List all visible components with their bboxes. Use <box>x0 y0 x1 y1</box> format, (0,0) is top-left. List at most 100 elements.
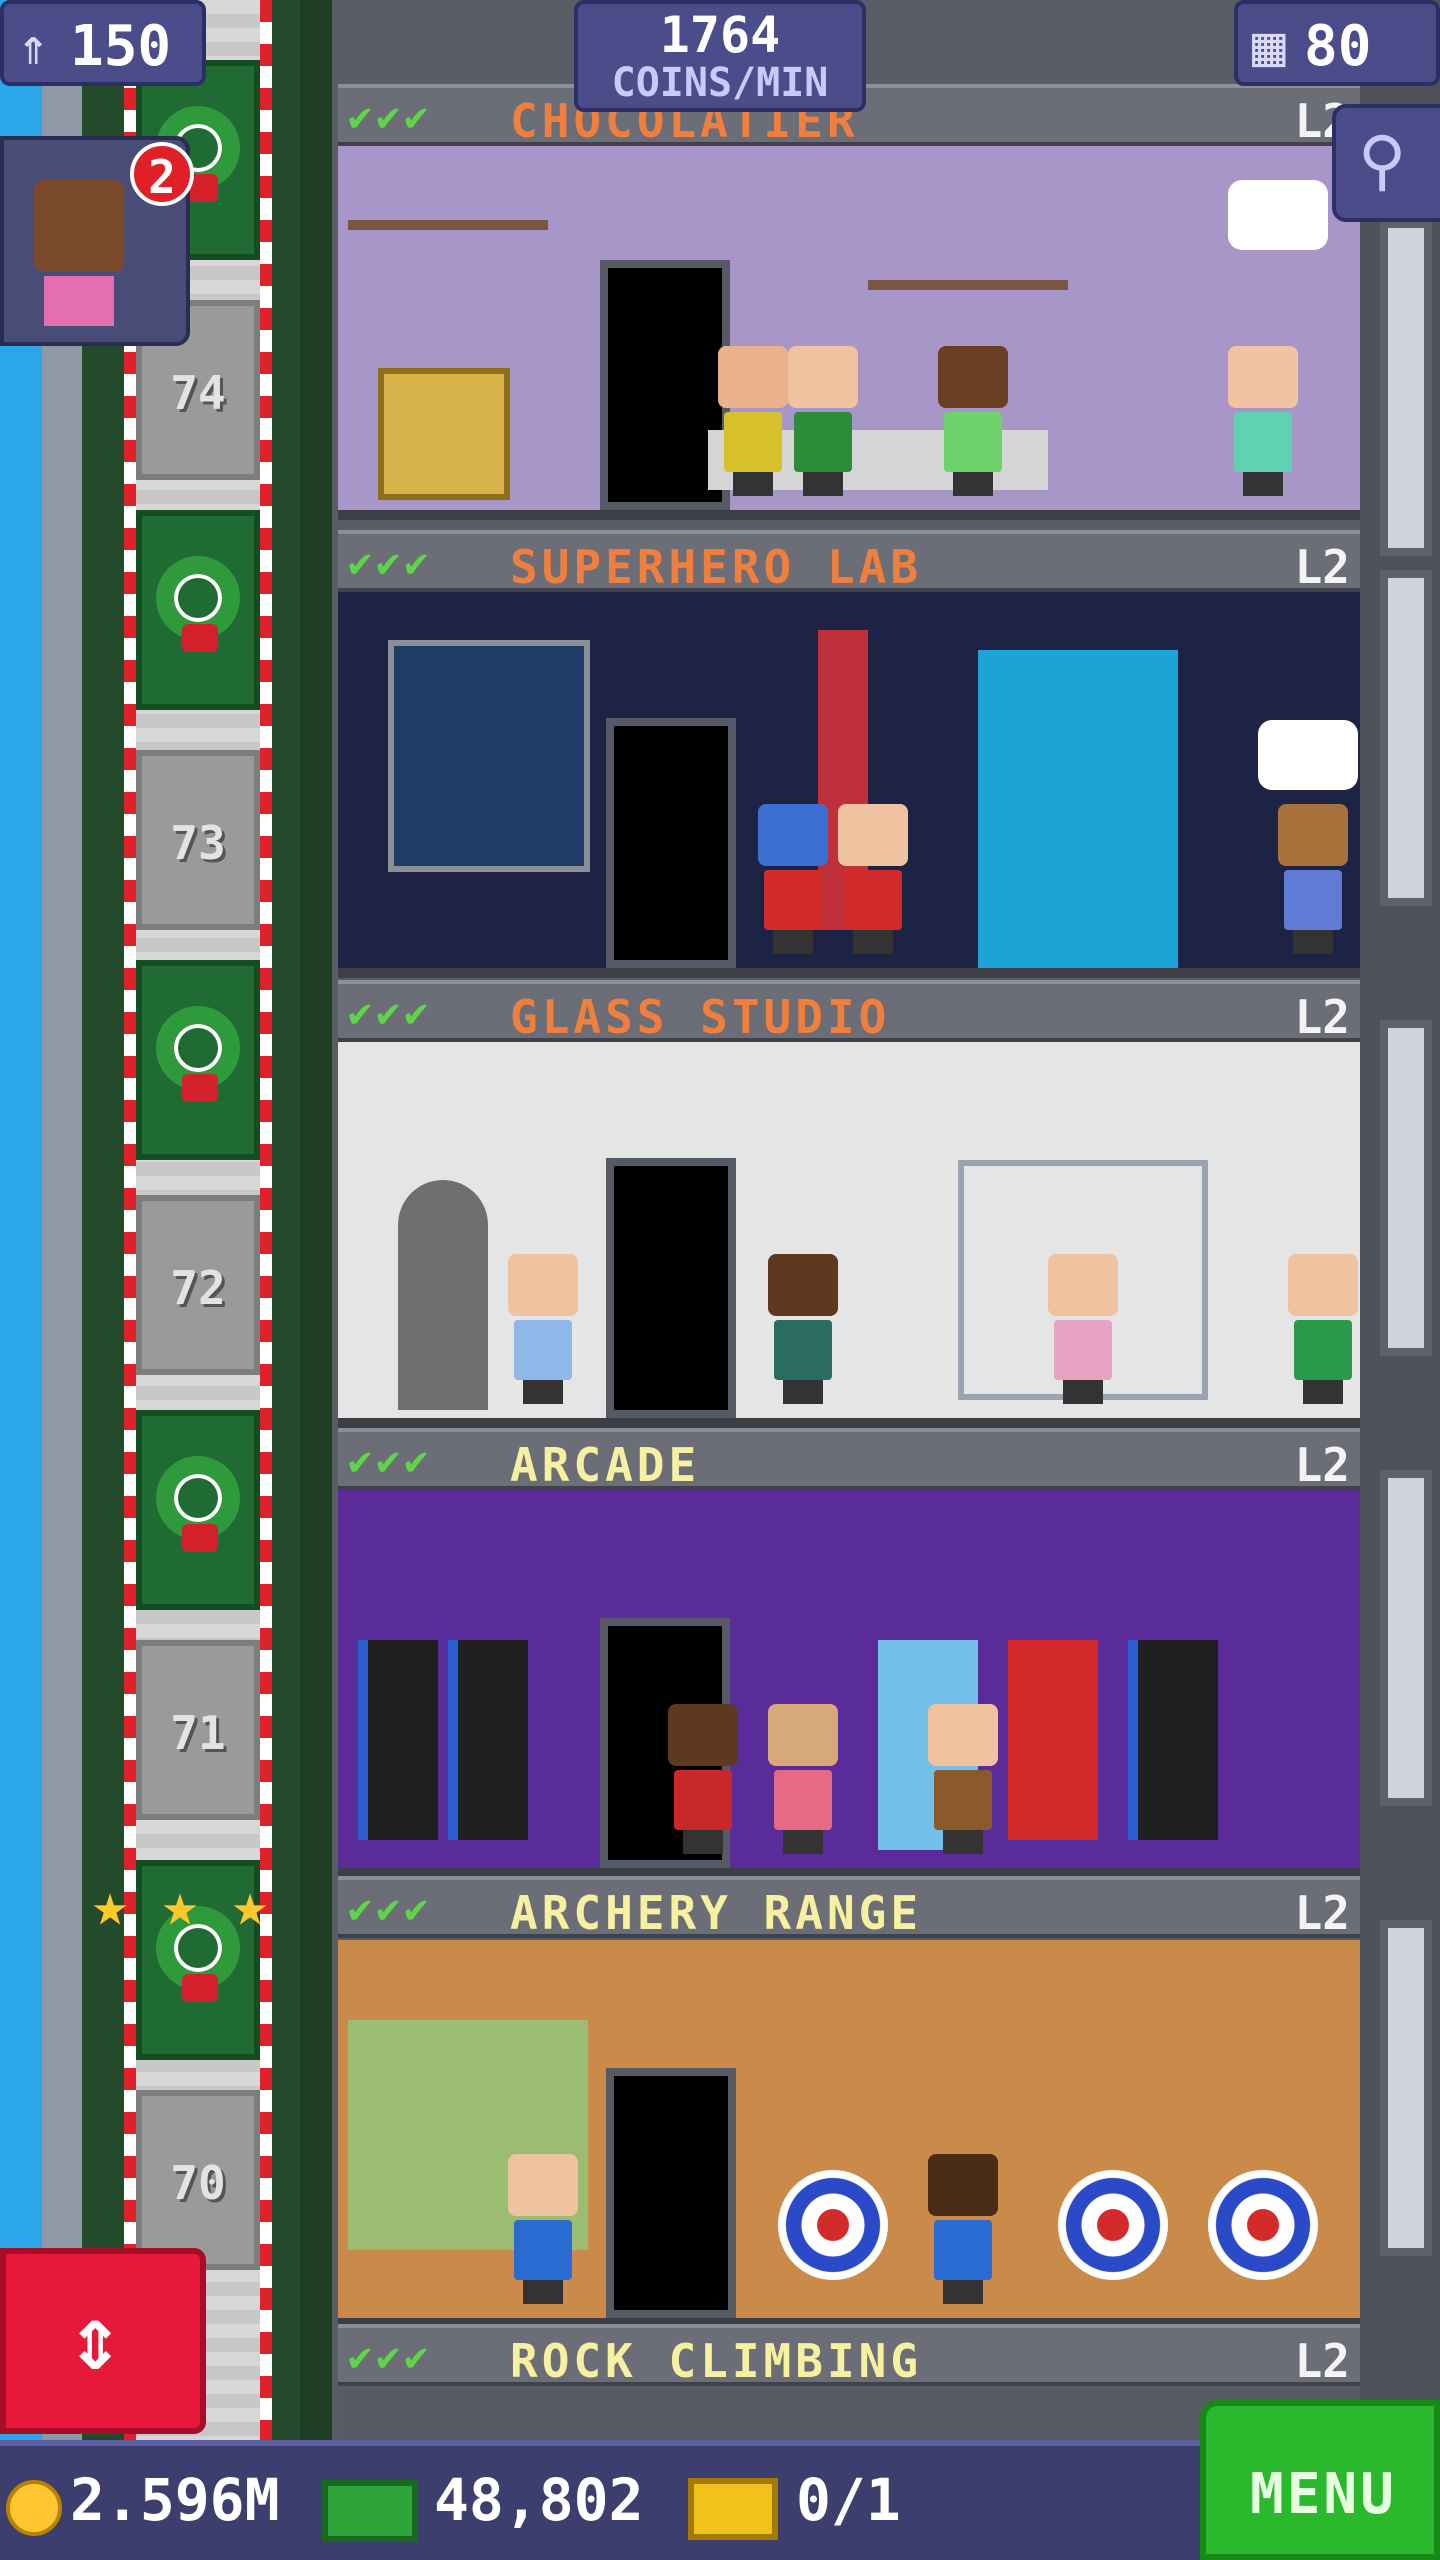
arcade-cabinet <box>1128 1640 1218 1840</box>
arcade-cabinet <box>448 1640 528 1840</box>
room-arcade[interactable] <box>338 1490 1360 1878</box>
floor-level: L2 <box>1294 1886 1350 1940</box>
archery-target <box>778 2170 888 2280</box>
candy-cane-pole-left <box>124 0 136 2440</box>
person[interactable] <box>1228 346 1298 496</box>
sky-building-edge <box>42 0 82 2440</box>
star-icon: ★ <box>232 1870 269 1940</box>
arcade-cabinet <box>1008 1640 1098 1840</box>
person[interactable] <box>1288 1254 1358 1404</box>
coin-icon <box>6 2480 62 2536</box>
golden-ticket-icon <box>688 2478 778 2540</box>
elevator-floor-number: 74 <box>170 366 226 420</box>
floor-name: ROCK CLIMBING <box>510 2334 923 2388</box>
speech-bubble[interactable] <box>1258 720 1358 790</box>
hero-monitor <box>388 640 590 872</box>
person[interactable] <box>508 2154 578 2304</box>
menu-label: MENU <box>1250 2462 1397 2527</box>
floor-counter[interactable]: ▦ 80 <box>1234 0 1440 86</box>
population-value: 150 <box>70 14 172 79</box>
floor-count-value: 80 <box>1304 14 1372 79</box>
floor-level: L2 <box>1294 990 1350 1044</box>
person[interactable] <box>928 1704 998 1854</box>
visitor-count-badge: 2 <box>130 142 194 206</box>
elevator-door <box>606 718 736 968</box>
chocolate-shelf <box>348 220 548 230</box>
floor-level: L2 <box>1294 1438 1350 1492</box>
room-glass-studio[interactable] <box>338 1040 1360 1428</box>
person[interactable] <box>718 346 788 496</box>
elevator-wreath-floor <box>136 960 260 1160</box>
sky-strip <box>0 0 42 2440</box>
room-archery-range[interactable] <box>338 1940 1360 2328</box>
elevator-floor-marker[interactable]: 73 <box>136 750 260 930</box>
floor-level: L2 <box>1294 2334 1350 2388</box>
room-chocolatier[interactable] <box>338 140 1360 520</box>
room-superhero-lab[interactable] <box>338 590 1360 978</box>
check-icons: ✔✔✔ <box>348 1886 433 1932</box>
person[interactable] <box>838 804 908 954</box>
archery-target <box>1058 2170 1168 2280</box>
visitor-notification[interactable]: 2 <box>0 136 194 346</box>
window <box>1380 570 1432 906</box>
zoom-button[interactable]: ⚲ <box>1332 104 1440 222</box>
star-icon: ★ <box>162 1870 199 1940</box>
check-icons: ✔✔✔ <box>348 540 433 586</box>
archery-target <box>1208 2170 1318 2280</box>
floor-banner[interactable]: ✔✔✔ ROCK CLIMBING L2 <box>338 2324 1360 2388</box>
coins-per-min-value: 1764 <box>659 6 781 64</box>
floor-name: ARCHERY RANGE <box>510 1886 923 1940</box>
person-up-icon: ⇑ <box>18 18 49 76</box>
star-icon: ★ <box>92 1870 129 1940</box>
person[interactable] <box>768 1254 838 1404</box>
elevator-floor-marker[interactable]: 72 <box>136 1195 260 1375</box>
coins-per-min-display: 1764 COINS/MIN <box>574 0 866 112</box>
visitor-shirt <box>44 276 114 326</box>
elevator-rail <box>300 0 334 2440</box>
floor-banner[interactable]: ✔✔✔ GLASS STUDIO L2 <box>338 980 1360 1044</box>
bux-value[interactable]: 48,802 <box>434 2466 644 2534</box>
person[interactable] <box>788 346 858 496</box>
floor-name: GLASS STUDIO <box>510 990 891 1044</box>
floor-name: ARCADE <box>510 1438 701 1492</box>
elevator-wreath-floor <box>136 1410 260 1610</box>
elevator-floor-number: 70 <box>170 2156 226 2210</box>
tickets-value[interactable]: 0/1 <box>796 2466 901 2534</box>
menu-button[interactable]: MENU <box>1200 2400 1440 2560</box>
window <box>1380 1020 1432 1356</box>
check-icons: ✔✔✔ <box>348 1438 433 1484</box>
person[interactable] <box>508 1254 578 1404</box>
person[interactable] <box>938 346 1008 496</box>
person[interactable] <box>668 1704 738 1854</box>
floor-banner[interactable]: ✔✔✔ SUPERHERO LAB L2 <box>338 530 1360 594</box>
furnace <box>398 1180 488 1410</box>
floor-banner[interactable]: ✔✔✔ ARCHERY RANGE L2 <box>338 1876 1360 1940</box>
person[interactable] <box>768 1704 838 1854</box>
check-icons: ✔✔✔ <box>348 2334 433 2380</box>
window <box>1380 1920 1432 2256</box>
elevator-door <box>606 2068 736 2318</box>
person[interactable] <box>758 804 828 954</box>
floor-banner[interactable]: ✔✔✔ ARCADE L2 <box>338 1428 1360 1492</box>
bow-icon <box>182 1974 218 2002</box>
elevator-floor-number: 71 <box>170 1706 226 1760</box>
elevator-floor-marker[interactable]: 71 <box>136 1640 260 1820</box>
person[interactable] <box>928 2154 998 2304</box>
coins-per-min-unit: COINS/MIN <box>611 60 829 106</box>
elevator-button[interactable]: ⇕ <box>0 2248 206 2434</box>
building-icon: ▦ <box>1252 14 1286 79</box>
speech-bubble[interactable] <box>1228 180 1328 250</box>
chocolate-pot <box>378 368 510 500</box>
elevator-floor-marker[interactable]: 70 <box>136 2090 260 2270</box>
bow-icon <box>182 1524 218 1552</box>
elevator-floor-number: 72 <box>170 1261 226 1315</box>
hologram-projector <box>978 650 1178 968</box>
population-counter[interactable]: ⇑ 150 <box>0 0 206 86</box>
up-down-arrows-icon: ⇕ <box>68 2286 123 2391</box>
elevator-wreath-floor <box>136 510 260 710</box>
arcade-cabinet <box>358 1640 438 1840</box>
person[interactable] <box>1048 1254 1118 1404</box>
bow-icon <box>182 624 218 652</box>
person[interactable] <box>1278 804 1348 954</box>
visitor-avatar <box>34 180 124 272</box>
